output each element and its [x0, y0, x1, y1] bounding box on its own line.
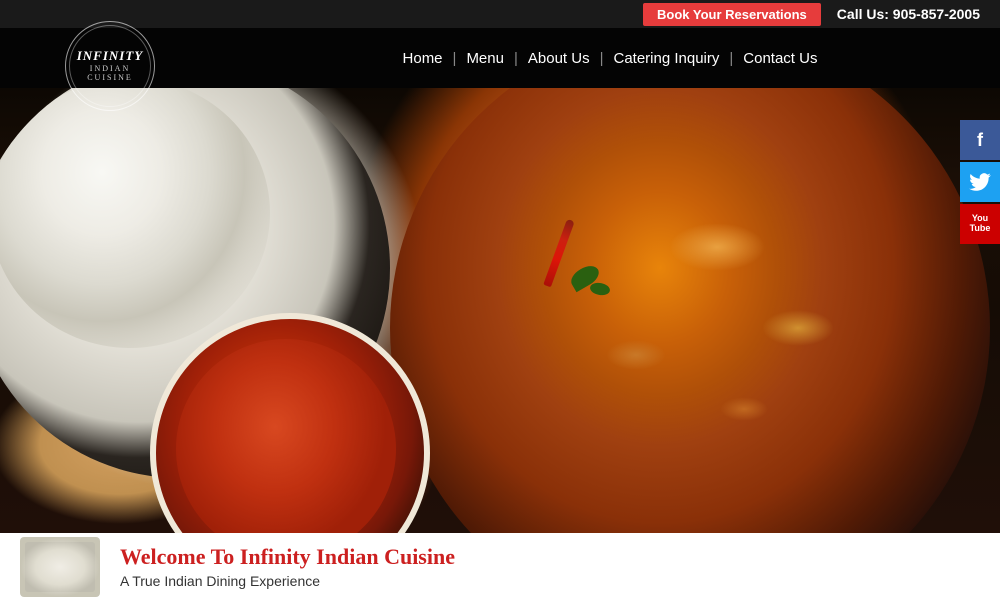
nav-about[interactable]: About Us	[522, 50, 596, 67]
welcome-title: Welcome To Infinity Indian Cuisine	[120, 544, 980, 570]
nav-sep-3: |	[600, 50, 604, 67]
twitter-button[interactable]	[960, 162, 1000, 202]
main-nav: Home | Menu | About Us | Catering Inquir…	[220, 50, 1000, 67]
facebook-button[interactable]: f	[960, 120, 1000, 160]
twitter-icon	[969, 173, 991, 191]
youtube-button[interactable]: You Tube	[960, 204, 1000, 244]
logo-inner: INFINITY INDIAN CUISINE	[69, 25, 151, 107]
welcome-subtitle: A True Indian Dining Experience	[120, 573, 980, 589]
logo-area: INFINITY INDIAN CUISINE	[0, 6, 220, 111]
bottom-section: Welcome To Infinity Indian Cuisine A Tru…	[0, 533, 1000, 600]
logo-title: INFINITY	[77, 49, 144, 63]
logo-subtitle: INDIAN CUISINE	[70, 64, 150, 82]
rice-detail	[0, 88, 270, 348]
nav-catering[interactable]: Catering Inquiry	[607, 50, 725, 67]
food-thumbnail	[20, 537, 100, 597]
sauce-bowl-inner	[176, 339, 396, 533]
hero-section	[0, 88, 1000, 533]
logo-circle: INFINITY INDIAN CUISINE	[65, 21, 155, 111]
curry-detail	[420, 88, 960, 533]
nav-sep-2: |	[514, 50, 518, 67]
nav-sep-4: |	[729, 50, 733, 67]
nav-contact[interactable]: Contact Us	[737, 50, 823, 67]
curry-bowl-image	[390, 88, 990, 533]
social-sidebar: f You Tube	[960, 120, 1000, 246]
welcome-text-area: Welcome To Infinity Indian Cuisine A Tru…	[120, 544, 980, 588]
nav-sep-1: |	[453, 50, 457, 67]
nav-menu[interactable]: Menu	[460, 50, 510, 67]
nav-home[interactable]: Home	[397, 50, 449, 67]
food-thumbnail-inner	[25, 542, 95, 592]
phone-number: Call Us: 905-857-2005	[837, 6, 980, 22]
header: INFINITY INDIAN CUISINE Home | Menu | Ab…	[0, 28, 1000, 88]
reservation-button[interactable]: Book Your Reservations	[643, 3, 821, 26]
